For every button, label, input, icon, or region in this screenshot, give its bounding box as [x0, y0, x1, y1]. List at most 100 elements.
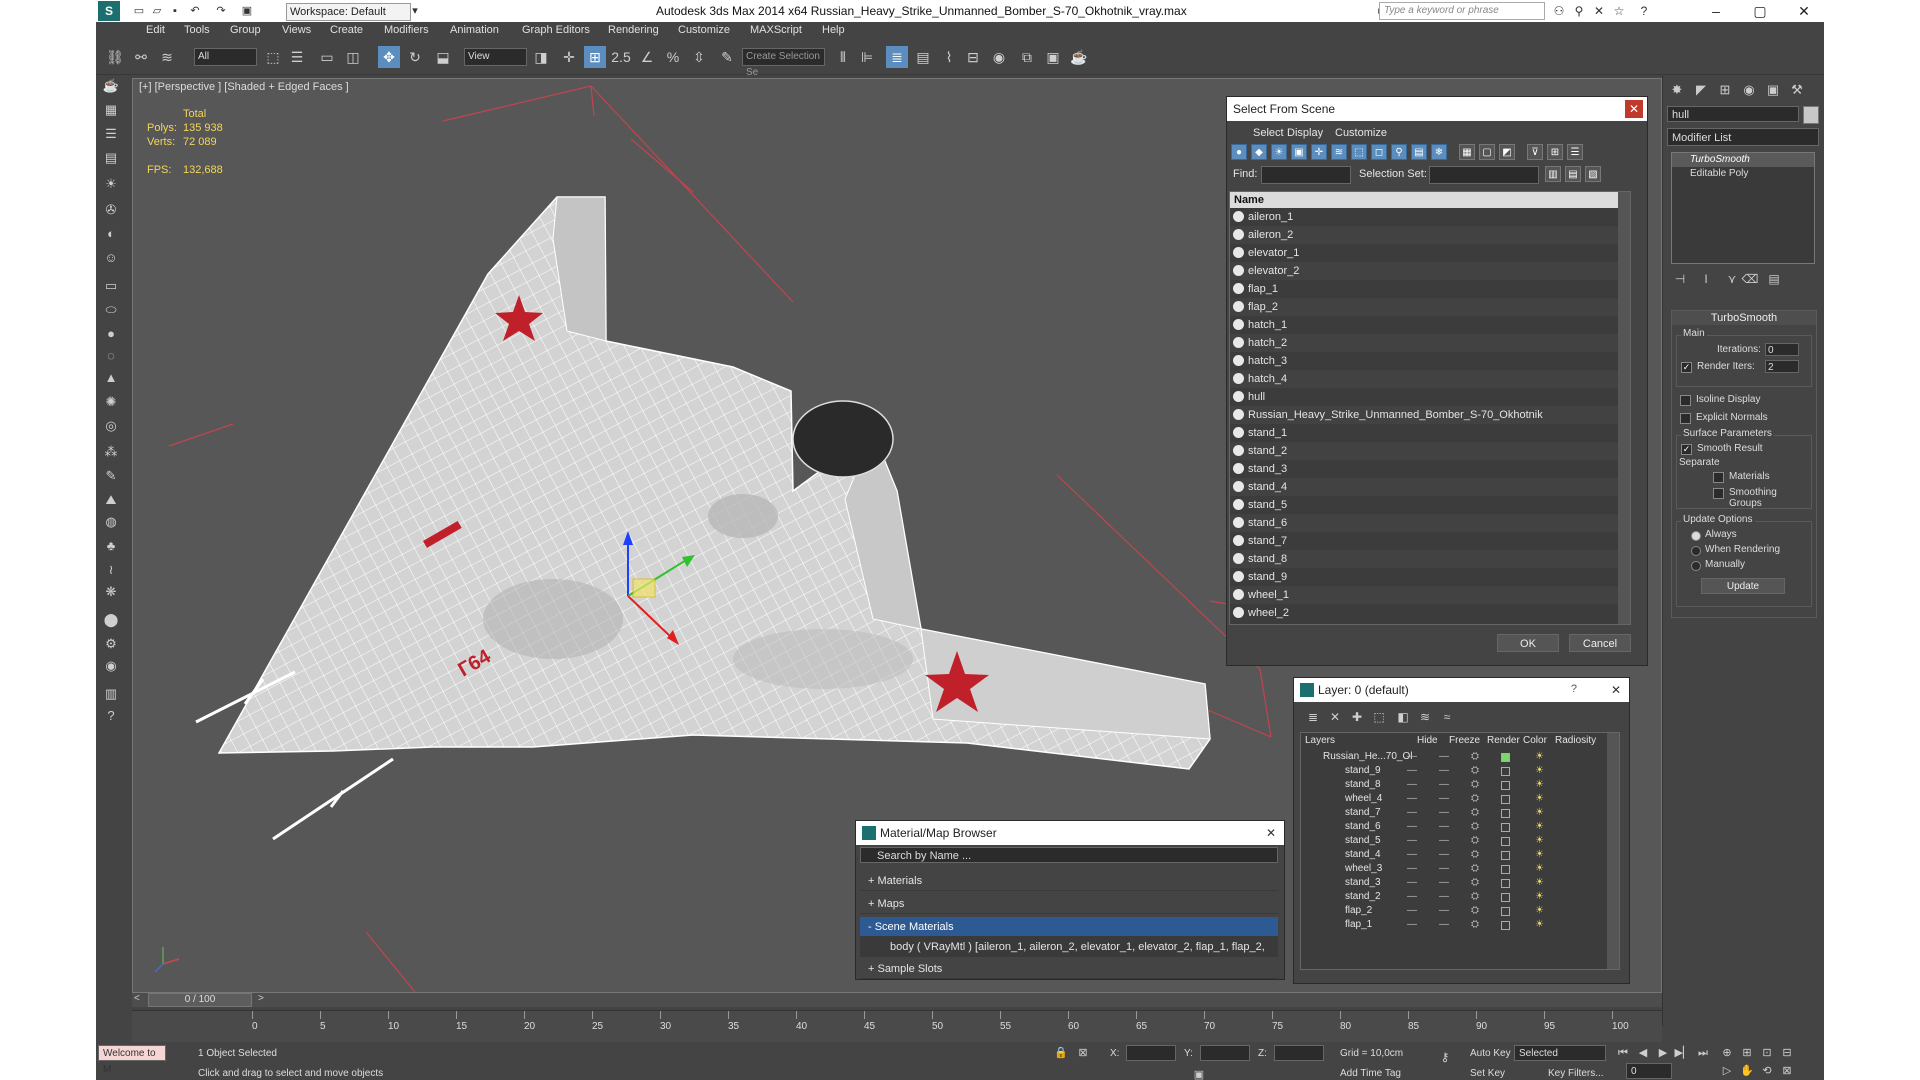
highlight-layer-icon[interactable]: ◧ — [1392, 706, 1414, 728]
freeze-toggle[interactable]: — — [1439, 779, 1449, 790]
layer-color-swatch[interactable] — [1501, 753, 1510, 762]
close-button[interactable]: ✕ — [1782, 0, 1824, 22]
scene-object-item[interactable]: aileron_1 — [1230, 208, 1630, 226]
layer-color-swatch[interactable] — [1501, 809, 1510, 818]
update-manually-radio[interactable] — [1691, 561, 1701, 571]
time-slider[interactable]: < 0 / 100 > — [132, 993, 1662, 1007]
menu-rendering[interactable]: Rendering — [608, 24, 659, 36]
freeze-toggle[interactable]: — — [1439, 877, 1449, 888]
teapot-icon[interactable]: ☕ — [101, 76, 121, 96]
freeze-toggle[interactable]: — — [1439, 905, 1449, 916]
radiosity-toggle-icon[interactable]: ☀ — [1535, 807, 1544, 818]
menu-help[interactable]: Help — [822, 24, 845, 36]
scene-object-item[interactable]: stand_2 — [1230, 442, 1630, 460]
spinner-snap-icon[interactable]: ⇳ — [688, 46, 710, 68]
hide-toggle[interactable]: — — [1407, 779, 1417, 790]
auto-key-button[interactable]: Auto Key — [1470, 1048, 1511, 1059]
select-move-icon[interactable]: ✥ — [378, 46, 400, 68]
current-frame-field[interactable]: 0 — [1626, 1063, 1672, 1079]
layer-color-swatch[interactable] — [1501, 921, 1510, 930]
render-iters-checkbox[interactable]: ✓ — [1681, 362, 1692, 373]
layer-color-swatch[interactable] — [1501, 767, 1510, 776]
material-editor-icon[interactable]: ◉ — [988, 46, 1010, 68]
menu-views[interactable]: Views — [282, 24, 311, 36]
selection-filter-dropdown[interactable]: All — [194, 48, 257, 66]
previous-frame-icon[interactable]: ◀ — [1632, 1042, 1654, 1064]
hide-toggle[interactable]: — — [1407, 821, 1417, 832]
scene-object-item[interactable]: flap_1 — [1230, 280, 1630, 298]
scene-object-item[interactable]: stand_4 — [1230, 478, 1630, 496]
radiosity-toggle-icon[interactable]: ☀ — [1535, 877, 1544, 888]
sfs-menu-display[interactable]: Display — [1287, 127, 1323, 139]
unlink-icon[interactable]: ⚯ — [130, 46, 152, 68]
freeze-toggle[interactable]: — — [1439, 807, 1449, 818]
col-freeze[interactable]: Freeze — [1449, 735, 1480, 746]
remove-set-icon[interactable]: ▧ — [1585, 166, 1601, 182]
show-end-result-icon[interactable]: Ι — [1697, 272, 1715, 288]
object-color-swatch[interactable] — [1803, 106, 1819, 124]
hide-toggle[interactable]: — — [1407, 863, 1417, 874]
set-key-button[interactable]: Set Key — [1470, 1068, 1505, 1079]
exchange-icon[interactable]: ✕ — [1591, 3, 1607, 19]
star-icon[interactable]: ☆ — [1611, 3, 1627, 19]
layer-list-scrollbar[interactable] — [1607, 733, 1619, 969]
globe-icon[interactable]: ◍ — [101, 512, 121, 532]
layer-manager-icon[interactable]: ≣ — [886, 46, 908, 68]
scene-object-item[interactable]: aileron_2 — [1230, 226, 1630, 244]
menu-tools[interactable]: Tools — [184, 24, 210, 36]
sphere-icon[interactable]: ● — [101, 324, 121, 344]
radiosity-toggle-icon[interactable]: ☀ — [1535, 863, 1544, 874]
next-frame-icon[interactable]: ▶▏ — [1672, 1042, 1694, 1064]
menu-graph-editors[interactable]: Graph Editors — [522, 24, 590, 36]
stack-editable-poly[interactable]: Editable Poly — [1672, 167, 1814, 181]
scene-object-item[interactable]: elevator_2 — [1230, 262, 1630, 280]
separate-smoothing-groups-checkbox[interactable] — [1713, 488, 1724, 499]
modifier-list-dropdown[interactable]: Modifier List — [1667, 128, 1819, 146]
filter-shapes-icon[interactable]: ◆ — [1251, 144, 1267, 160]
y-coord-field[interactable] — [1200, 1045, 1250, 1061]
object-name-field[interactable]: hull — [1667, 106, 1799, 122]
scene-object-item[interactable]: stand_1 — [1230, 424, 1630, 442]
absolute-mode-icon[interactable]: ⊠ — [1072, 1042, 1094, 1064]
undo-icon[interactable]: ↶ — [188, 4, 202, 18]
radiosity-toggle-icon[interactable]: ☀ — [1535, 751, 1544, 762]
light-icon[interactable]: ☀ — [101, 174, 121, 194]
select-layer-icon[interactable]: ⬚ — [1368, 706, 1390, 728]
radiosity-toggle-icon[interactable]: ☀ — [1535, 793, 1544, 804]
curve-editor-icon[interactable]: ⌇ — [938, 46, 960, 68]
select-manipulate-icon[interactable]: ✛ — [558, 46, 580, 68]
columns-icon[interactable]: ☰ — [1567, 144, 1583, 160]
freeze-toggle[interactable]: — — [1439, 863, 1449, 874]
radiosity-toggle-icon[interactable]: ☀ — [1535, 891, 1544, 902]
schematic-view-icon[interactable]: ⊟ — [962, 46, 984, 68]
app-logo-icon[interactable]: S — [98, 1, 120, 21]
render-toggle-icon[interactable]: ⛭ — [1471, 905, 1479, 916]
layer-color-swatch[interactable] — [1501, 879, 1510, 888]
help-icon[interactable]: ? — [1636, 3, 1652, 19]
scene-object-item[interactable]: stand_9 — [1230, 568, 1630, 586]
sample-slots-group[interactable]: + Sample Slots — [860, 959, 1278, 979]
render-production-icon[interactable]: ☕ — [1068, 46, 1090, 68]
render-toggle-icon[interactable]: ⛭ — [1471, 863, 1479, 874]
col-hide[interactable]: Hide — [1417, 735, 1438, 746]
binoculars-icon[interactable]: ⚇ — [1551, 3, 1567, 19]
goto-end-icon[interactable]: ⏭ — [1692, 1042, 1714, 1064]
window-crossing-icon[interactable]: ◫ — [342, 46, 364, 68]
filter-geometry-icon[interactable]: ● — [1231, 144, 1247, 160]
select-invert-icon[interactable]: ◩ — [1499, 144, 1515, 160]
particles-icon[interactable]: ⁂ — [101, 442, 121, 462]
ball-icon[interactable]: ⬤ — [101, 610, 121, 630]
separate-materials-checkbox[interactable] — [1713, 472, 1724, 483]
new-file-icon[interactable]: ▭ — [132, 4, 146, 18]
modify-tab-icon[interactable]: ◤ — [1691, 80, 1711, 100]
time-slider-thumb[interactable]: 0 / 100 — [148, 993, 252, 1007]
menu-modifiers[interactable]: Modifiers — [384, 24, 429, 36]
render-setup-icon[interactable]: ⧉ — [1016, 46, 1038, 68]
layer-color-swatch[interactable] — [1501, 865, 1510, 874]
freeze-toggle[interactable]: — — [1439, 849, 1449, 860]
ref-coord-dropdown[interactable]: View — [464, 48, 527, 66]
radiosity-toggle-icon[interactable]: ☀ — [1535, 821, 1544, 832]
play-icon[interactable]: ▶ — [1652, 1042, 1674, 1064]
scene-object-item[interactable]: wheel_1 — [1230, 586, 1630, 604]
filter-lights-icon[interactable]: ☀ — [1271, 144, 1287, 160]
